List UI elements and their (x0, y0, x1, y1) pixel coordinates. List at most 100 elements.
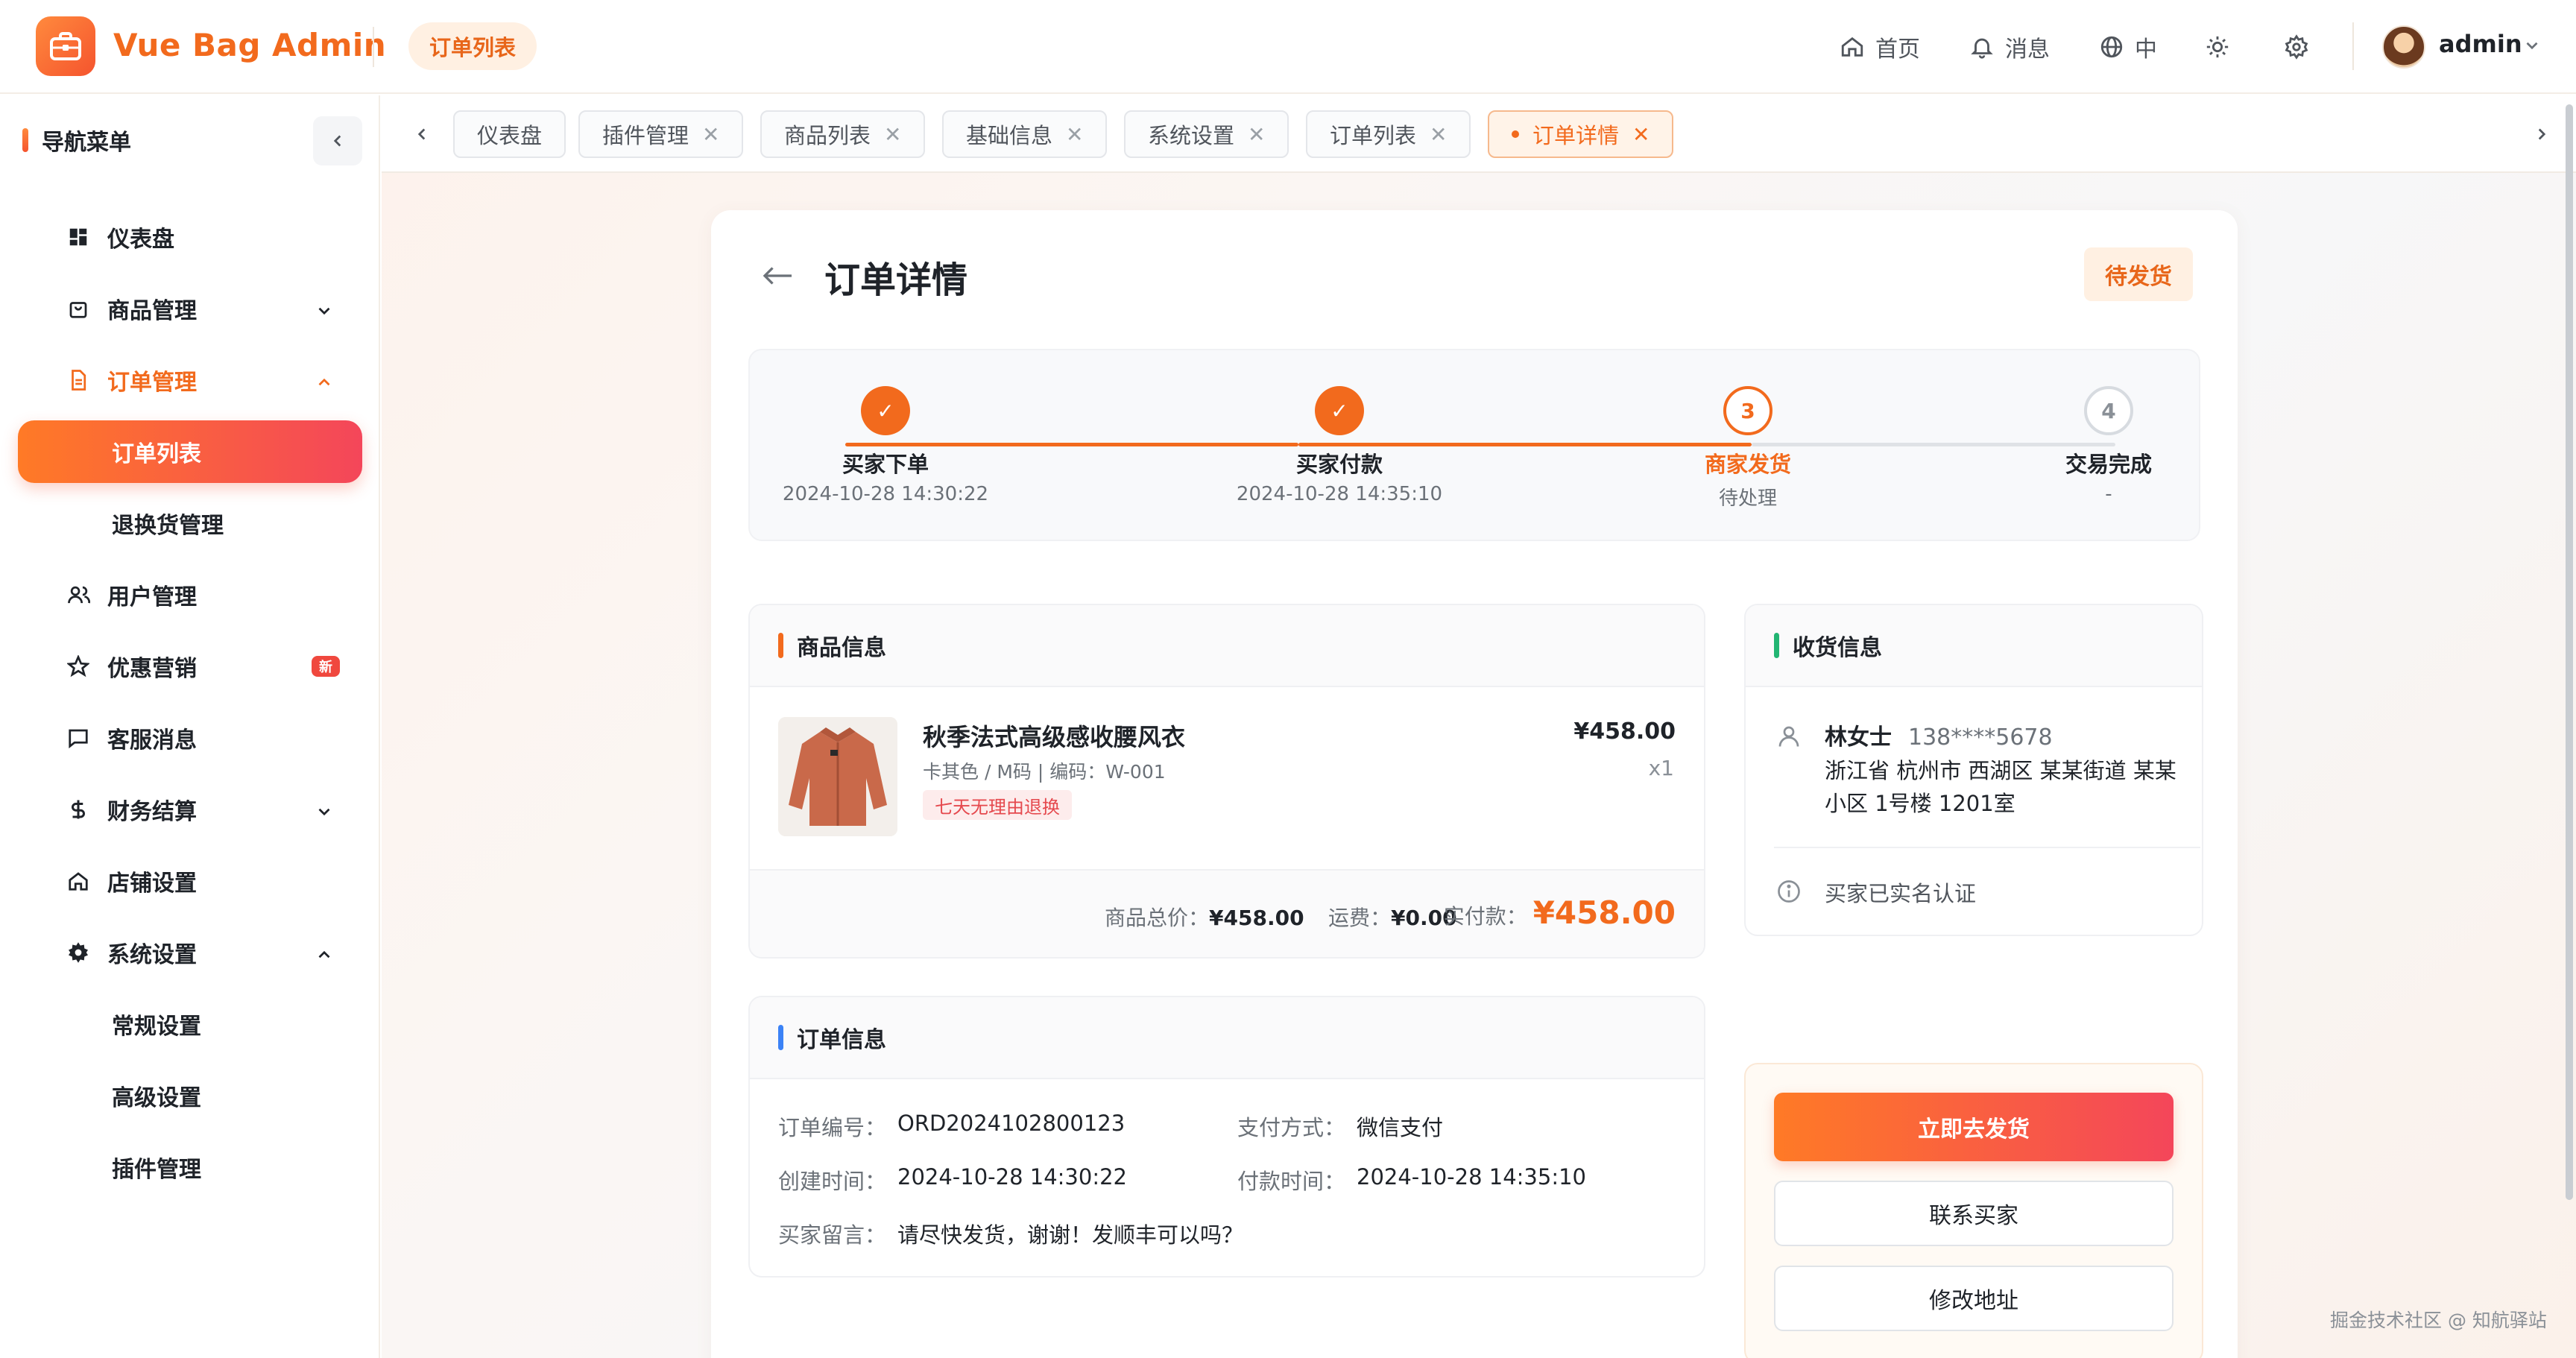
sidebar-item-returns[interactable]: 退换货管理 (18, 492, 362, 555)
amount-paid-value: ¥458.00 (1532, 894, 1676, 931)
ship-now-button[interactable]: 立即去发货 (1774, 1093, 2174, 1161)
sidebar-item-finance[interactable]: 财务结算 (18, 778, 362, 841)
sidebar-item-label: 常规设置 (112, 1014, 201, 1040)
app-title: Vue Bag Admin (113, 27, 387, 63)
verification-status: 买家已实名认证 (1825, 881, 1977, 906)
step-check-icon: ✓ (1315, 386, 1364, 435)
product-quantity: x1 (1648, 756, 1674, 780)
shipping-fee: 运费：¥0.00 (1328, 902, 1457, 932)
sidebar-item-order-list[interactable]: 订单列表 (18, 420, 362, 483)
chevron-down-icon (318, 808, 330, 816)
product-name[interactable]: 秋季法式高级感收腰风衣 (923, 719, 1185, 753)
step-connector-done (1298, 443, 1752, 446)
messages-link[interactable]: 消息 (1969, 27, 2050, 67)
product-spec: 卡其色 / M码 | 编码：W-001 (923, 761, 1166, 783)
tabs-scroll-left[interactable] (405, 118, 438, 151)
home-link[interactable]: 首页 (1840, 27, 1920, 67)
tab-order-list[interactable]: 订单列表 ✕ (1306, 110, 1471, 158)
goods-total-label: 商品总价： (1105, 906, 1210, 930)
sidebar-item-marketing[interactable]: 优惠营销 新 (18, 635, 362, 698)
sidebar-item-users[interactable]: 用户管理 (18, 563, 362, 626)
tab-system-settings[interactable]: 系统设置 ✕ (1124, 110, 1289, 158)
panel-header: 商品信息 (750, 605, 1704, 687)
tab-bar: 仪表盘 插件管理 ✕ 商品列表 ✕ 基础信息 ✕ 系统设置 ✕ 订单列表 ✕ 订… (382, 95, 2576, 173)
close-icon[interactable]: ✕ (1632, 122, 1650, 147)
avatar[interactable] (2382, 25, 2425, 69)
nav-title: 导航菜单 (22, 119, 131, 161)
close-icon[interactable]: ✕ (884, 122, 901, 147)
jacket-image-icon (778, 717, 897, 836)
step-time: 2024-10-28 14:30:22 (782, 483, 989, 505)
theme-toggle[interactable] (2205, 27, 2241, 67)
sidebar-item-label: 订单列表 (112, 441, 201, 467)
amount-paid-label: 实付款： (1443, 904, 1527, 929)
product-image[interactable] (778, 717, 897, 836)
created-time-label: 创建时间： (778, 1169, 887, 1194)
sidebar-item-label: 系统设置 (107, 942, 197, 968)
edit-address-button[interactable]: 修改地址 (1774, 1266, 2174, 1331)
sidebar-item-general-settings[interactable]: 常规设置 (18, 993, 362, 1055)
sidebar-item-label: 高级设置 (112, 1085, 201, 1111)
step-number-todo: 4 (2084, 386, 2133, 435)
document-icon (72, 370, 86, 391)
contact-buyer-button[interactable]: 联系买家 (1774, 1181, 2174, 1246)
chevron-left-icon (417, 128, 426, 140)
users-icon (68, 586, 90, 604)
tab-basic-info[interactable]: 基础信息 ✕ (942, 110, 1108, 158)
sidebar-collapse-button[interactable] (313, 116, 362, 165)
close-icon[interactable]: ✕ (1066, 122, 1083, 147)
receiver-info-panel: 收货信息 林女士 138****5678 浙江省 杭州市 西湖区 某某街道 某某小… (1744, 604, 2203, 936)
close-icon[interactable]: ✕ (1248, 122, 1265, 147)
sun-icon (2206, 36, 2229, 58)
chevron-left-icon (333, 135, 341, 147)
tab-label: 插件管理 (602, 123, 689, 148)
goods-total-value: ¥458.00 (1209, 906, 1304, 930)
user-name[interactable]: admin (2439, 30, 2522, 58)
globe-icon (2100, 36, 2123, 58)
tabs-scroll-right[interactable] (2525, 118, 2558, 151)
step-status: - (2105, 483, 2112, 505)
panel-title: 订单信息 (797, 1027, 886, 1053)
tab-product-list[interactable]: 商品列表 ✕ (760, 110, 926, 158)
sidebar-item-products[interactable]: 商品管理 (18, 277, 362, 340)
payment-method-value: 微信支付 (1357, 1115, 1444, 1140)
active-tab-dot (1512, 130, 1519, 138)
settings-button[interactable] (2284, 27, 2320, 67)
actions-panel: 立即去发货 联系买家 修改地址 (1744, 1063, 2203, 1358)
page-scrollbar[interactable] (2566, 104, 2573, 1200)
sidebar-item-dashboard[interactable]: 仪表盘 (18, 206, 362, 268)
chevron-down-icon[interactable] (2522, 36, 2542, 55)
sidebar: 导航菜单 仪表盘 商品管理 订单管理 订单列表 退换货管理 用户管理 优惠营销 … (0, 95, 380, 1358)
header-separator (2352, 22, 2354, 70)
messages-label: 消息 (2005, 37, 2050, 63)
sidebar-item-label: 优惠营销 (107, 656, 197, 682)
sidebar-item-support[interactable]: 客服消息 (18, 707, 362, 769)
bell-icon (1971, 38, 1993, 59)
gear-icon (69, 942, 88, 963)
sidebar-item-orders[interactable]: 订单管理 (18, 349, 362, 411)
tab-label: 商品列表 (784, 123, 871, 148)
language-switch[interactable]: 中 (2099, 27, 2157, 67)
order-progress-steps: ✓ 买家下单 2024-10-28 14:30:22 ✓ 买家付款 2024-1… (748, 349, 2200, 541)
sidebar-item-plugins[interactable]: 插件管理 (18, 1136, 362, 1198)
tab-label: 订单详情 (1532, 123, 1620, 148)
sidebar-item-store[interactable]: 店铺设置 (18, 850, 362, 912)
sidebar-item-advanced-settings[interactable]: 高级设置 (18, 1064, 362, 1127)
tab-plugins[interactable]: 插件管理 ✕ (578, 110, 744, 158)
close-icon[interactable]: ✕ (702, 122, 719, 147)
chevron-up-icon (318, 378, 330, 386)
nav-title-accent (22, 128, 28, 152)
chevron-up-icon (318, 950, 330, 959)
buyer-remark-label: 买家留言： (778, 1222, 887, 1248)
current-page-pill: 订单列表 (408, 22, 537, 70)
gear-icon (2285, 34, 2308, 60)
tab-dashboard[interactable]: 仪表盘 (453, 110, 566, 158)
order-number-value[interactable]: ORD2024102800123 (897, 1111, 1125, 1136)
dollar-icon (72, 800, 85, 819)
back-arrow-icon[interactable] (760, 262, 796, 289)
close-icon[interactable]: ✕ (1430, 122, 1447, 147)
tab-order-detail[interactable]: 订单详情 ✕ (1488, 110, 1674, 158)
panel-header: 收货信息 (1746, 605, 2202, 687)
chevron-down-icon (318, 307, 330, 315)
sidebar-item-system[interactable]: 系统设置 (18, 921, 362, 984)
